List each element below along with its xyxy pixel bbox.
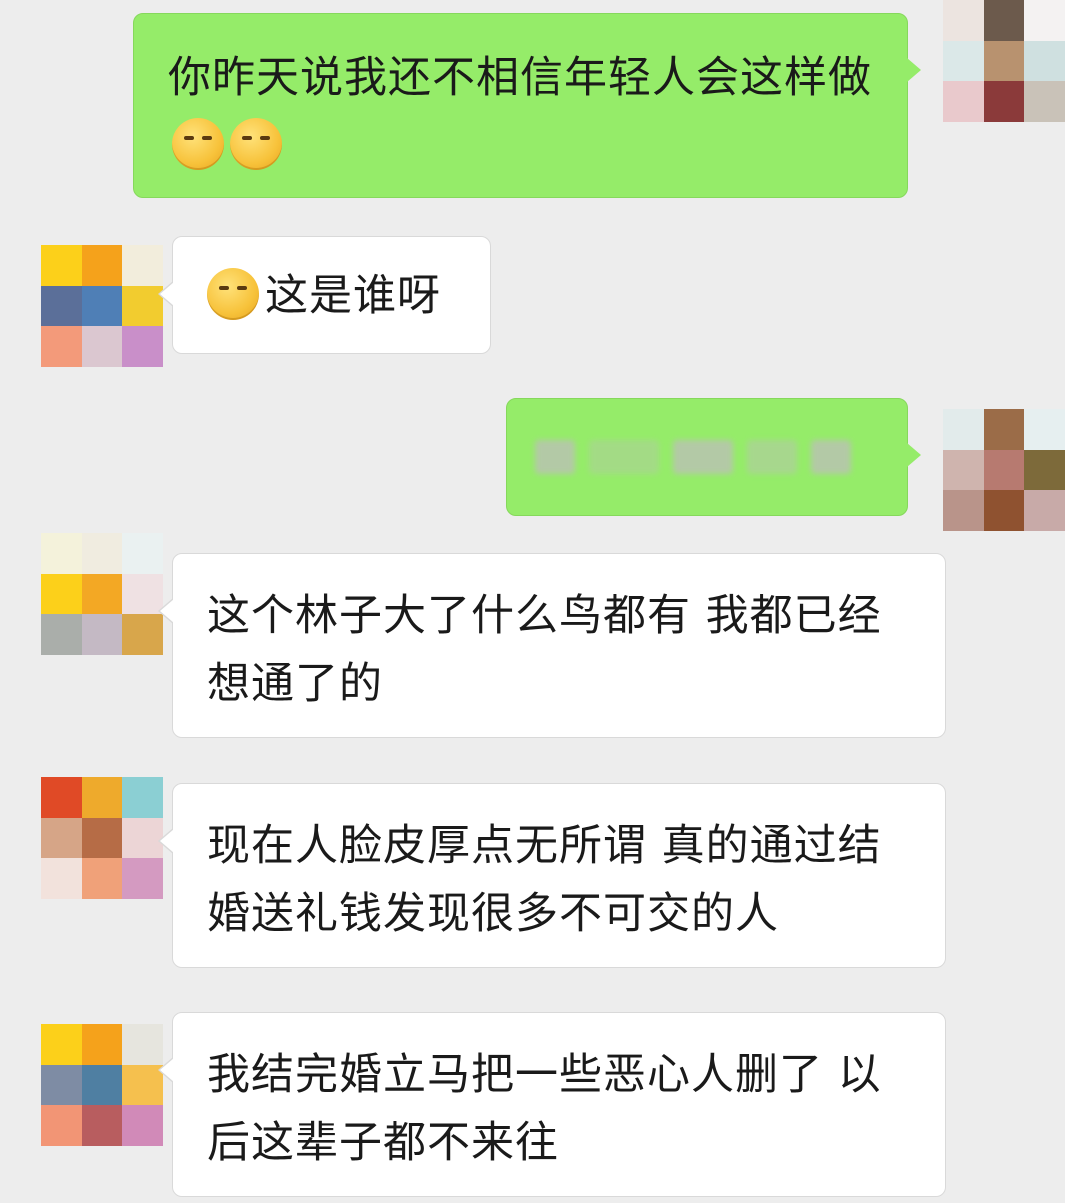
avatar-pixel	[81, 533, 123, 574]
avatar-pixel	[41, 817, 82, 859]
avatar-pixel	[41, 614, 82, 655]
avatar-pixel	[1024, 0, 1065, 41]
sweat-emoji-icon	[230, 118, 282, 170]
avatar-pixel	[41, 1105, 82, 1146]
avatar-pixel	[81, 245, 123, 286]
my-avatar[interactable]	[943, 409, 1065, 531]
avatar-pixel	[1024, 81, 1065, 122]
avatar-pixel	[983, 409, 1025, 450]
avatar-pixel	[943, 490, 984, 531]
avatar-pixel	[983, 449, 1025, 491]
blurred-content	[507, 399, 907, 515]
avatar-pixel	[122, 614, 163, 655]
message-bubble-outgoing[interactable]: 你昨天说我还不相信年轻人会这样做	[133, 13, 921, 198]
avatar-pixel	[983, 81, 1025, 122]
message-bubble-incoming[interactable]: 现在人脸皮厚点无所谓 真的通过结婚送礼钱发现很多不可交的人	[158, 783, 946, 968]
avatar-pixel	[983, 0, 1025, 41]
avatar-pixel	[81, 1024, 123, 1065]
message-bubble-incoming[interactable]: 这是谁呀	[158, 236, 491, 354]
message-text: 我结完婚立马把一些恶心人删了 以后这辈子都不来往	[207, 1050, 882, 1168]
my-avatar[interactable]	[943, 0, 1065, 122]
avatar-pixel	[81, 858, 123, 899]
friend-avatar[interactable]	[41, 1024, 163, 1146]
avatar-pixel	[122, 858, 163, 899]
message-text: 现在人脸皮厚点无所谓 真的通过结婚送礼钱发现很多不可交的人	[207, 821, 882, 939]
avatar-pixel	[122, 285, 163, 327]
avatar-pixel	[122, 533, 163, 574]
avatar-pixel	[122, 245, 163, 286]
avatar-pixel	[41, 777, 82, 818]
message-text: 这个林子大了什么鸟都有 我都已经想通了的	[207, 591, 882, 709]
avatar-pixel	[41, 245, 82, 286]
avatar-pixel	[943, 0, 984, 41]
avatar-pixel	[943, 40, 984, 82]
avatar-pixel	[41, 326, 82, 367]
avatar-pixel	[1024, 409, 1065, 450]
avatar-pixel	[41, 1024, 82, 1065]
chat-area: 你昨天说我还不相信年轻人会这样做 这是谁呀 这个林子大了什么鸟都有 我都已经想通…	[0, 0, 1065, 1203]
avatar-pixel	[122, 1064, 163, 1106]
avatar-pixel	[122, 1024, 163, 1065]
avatar-pixel	[122, 1105, 163, 1146]
avatar-pixel	[81, 817, 123, 859]
avatar-pixel	[983, 40, 1025, 82]
thinking-emoji-icon	[207, 268, 259, 320]
friend-avatar[interactable]	[41, 533, 163, 655]
avatar-pixel	[1024, 490, 1065, 531]
avatar-pixel	[81, 1064, 123, 1106]
avatar-pixel	[122, 817, 163, 859]
message-text: 这是谁呀	[265, 271, 441, 321]
avatar-pixel	[41, 285, 82, 327]
message-bubble-incoming[interactable]: 这个林子大了什么鸟都有 我都已经想通了的	[158, 553, 946, 738]
shush-emoji-icon	[172, 118, 224, 170]
avatar-pixel	[943, 449, 984, 491]
message-text: 你昨天说我还不相信年轻人会这样做	[168, 53, 872, 103]
avatar-pixel	[122, 326, 163, 367]
avatar-pixel	[41, 1064, 82, 1106]
avatar-pixel	[81, 326, 123, 367]
avatar-pixel	[81, 573, 123, 615]
avatar-pixel	[81, 614, 123, 655]
avatar-pixel	[122, 573, 163, 615]
message-bubble-outgoing-blurred[interactable]	[506, 398, 921, 516]
avatar-pixel	[41, 533, 82, 574]
avatar-pixel	[1024, 449, 1065, 491]
friend-avatar[interactable]	[41, 245, 163, 367]
avatar-pixel	[943, 409, 984, 450]
avatar-pixel	[41, 858, 82, 899]
avatar-pixel	[1024, 40, 1065, 82]
avatar-pixel	[81, 1105, 123, 1146]
avatar-pixel	[81, 777, 123, 818]
avatar-pixel	[122, 777, 163, 818]
message-bubble-incoming[interactable]: 我结完婚立马把一些恶心人删了 以后这辈子都不来往	[158, 1012, 946, 1197]
avatar-pixel	[81, 285, 123, 327]
avatar-pixel	[983, 490, 1025, 531]
avatar-pixel	[943, 81, 984, 122]
avatar-pixel	[41, 573, 82, 615]
friend-avatar[interactable]	[41, 777, 163, 899]
